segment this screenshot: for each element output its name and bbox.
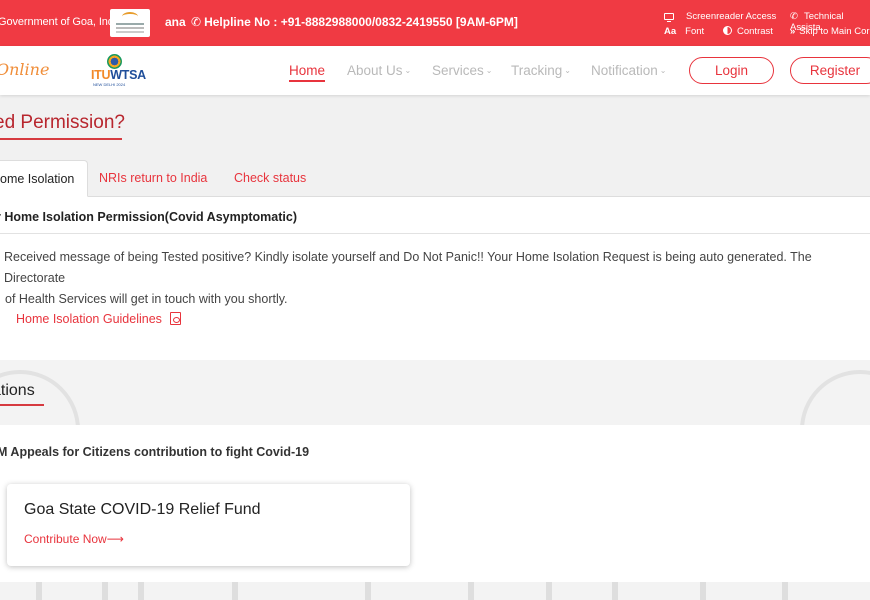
panel-body: Received message of being Tested positiv… [4, 247, 870, 310]
chevrons-down-icon: » [790, 26, 796, 37]
nav-tracking[interactable]: Tracking ⌄ [511, 63, 571, 78]
section-heading: ations [0, 382, 35, 399]
nav-services-label: Services [432, 63, 484, 78]
register-button[interactable]: Register [790, 57, 870, 84]
home-isolation-panel: r Home Isolation Permission(Covid Asympt… [0, 197, 870, 360]
contrast-control[interactable]: Contrast [723, 26, 773, 37]
nav-notification-label: Notification [591, 63, 658, 78]
top-bar: Government of Goa, India ana ✆ Helpline N… [0, 0, 870, 46]
panel-header: r Home Isolation Permission(Covid Asympt… [0, 197, 870, 234]
itu-subtitle: NEW DELHI 2024 [93, 82, 126, 87]
chevron-down-icon: ⌄ [485, 66, 493, 75]
nav-notification[interactable]: Notification ⌄ [591, 63, 667, 78]
title-underline [0, 138, 122, 140]
monitor-icon [664, 13, 674, 22]
chevron-down-icon: ⌄ [564, 66, 571, 75]
panel-title: r Home Isolation Permission(Covid Asympt… [0, 210, 297, 224]
chevron-down-icon: ⌄ [659, 66, 667, 75]
contrast-icon [723, 26, 732, 35]
appeal-caption: M Appeals for Citizens contribution to f… [0, 445, 310, 459]
home-isolation-guidelines-link[interactable]: Home Isolation Guidelines [16, 312, 181, 326]
relief-fund-card: Goa State COVID-19 Relief Fund Contribut… [7, 484, 410, 566]
itu-suffix: WTSA [110, 68, 146, 82]
chevron-down-icon: ⌄ [404, 66, 412, 75]
contrast-label: Contrast [737, 26, 773, 37]
ana-text: ana [165, 15, 186, 29]
donations-panel: M Appeals for Citizens contribution to f… [0, 425, 870, 582]
emblem-logo [110, 9, 150, 37]
font-icon: Aa [664, 26, 677, 37]
section-underline [0, 404, 44, 406]
nav-about-us[interactable]: About Us ⌄ [347, 63, 411, 78]
tab-bar: ome Isolation NRIs return to India Check… [0, 160, 870, 197]
itu-wtsa-logo: ITUWTSA NEW DELHI 2024 [88, 54, 146, 88]
card-title: Goa State COVID-19 Relief Fund [24, 501, 261, 518]
itu-prefix: ITU [91, 68, 111, 82]
guidelines-label: Home Isolation Guidelines [16, 312, 162, 326]
tab-check-status[interactable]: Check status [234, 160, 306, 197]
screenreader-label: Screenreader Access [686, 11, 777, 22]
pdf-icon [169, 312, 181, 325]
main-navbar: Online ITUWTSA NEW DELHI 2024 Home About… [0, 46, 870, 95]
phone-icon: ✆ [191, 15, 202, 29]
screenreader-access-link[interactable]: Screenreader Access [664, 11, 776, 22]
login-button[interactable]: Login [689, 57, 774, 84]
logo-text: Online [0, 60, 50, 79]
contribute-now-link[interactable]: Contribute Now⟶ [24, 532, 124, 546]
site-logo[interactable]: Online [0, 60, 49, 79]
helpline: ✆ Helpline No : +91-8882988000/0832-24195… [191, 15, 518, 29]
government-label: Government of Goa, India [0, 16, 123, 28]
skip-label: Skip to Main Cor [799, 26, 870, 37]
page-title: ed Permission? [0, 112, 125, 133]
nav-about-us-label: About Us [347, 63, 403, 78]
font-label: Font [685, 26, 705, 37]
nav-services[interactable]: Services ⌄ [432, 63, 492, 78]
font-size-control[interactable]: Aa Font [664, 26, 704, 37]
tab-home-isolation[interactable]: ome Isolation [0, 160, 89, 197]
skip-to-main-link[interactable]: » Skip to Main Cor [790, 26, 870, 37]
panel-text-line-1: Received message of being Tested positiv… [4, 250, 812, 285]
panel-text-line-2: of Health Services will get in touch wit… [5, 292, 288, 306]
phone-icon: ✆ [790, 11, 798, 22]
nav-tracking-label: Tracking [511, 63, 563, 78]
helpline-text: Helpline No : +91-8882988000/0832-241955… [204, 15, 518, 29]
nav-home[interactable]: Home [289, 63, 326, 82]
tab-nris-return[interactable]: NRIs return to India [99, 160, 207, 197]
